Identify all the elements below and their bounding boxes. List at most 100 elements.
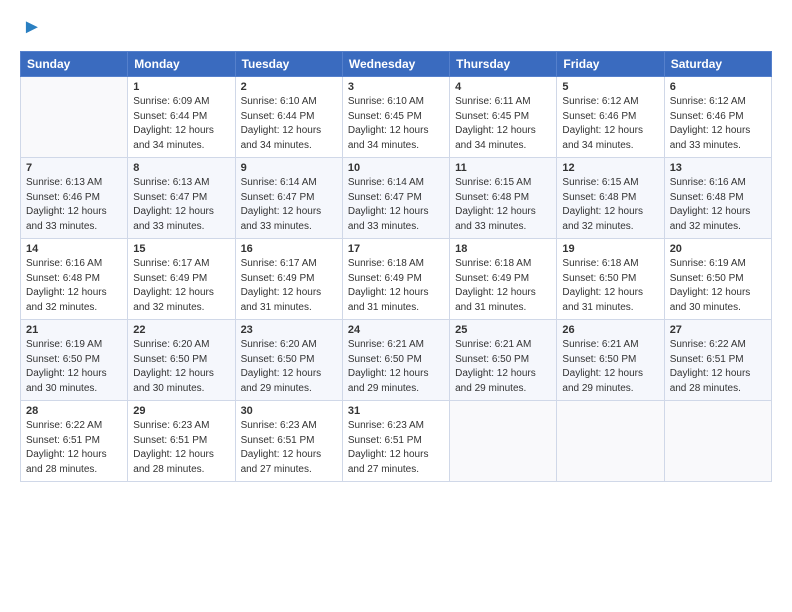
day-info: Sunrise: 6:18 AM Sunset: 6:49 PM Dayligh… xyxy=(455,257,551,315)
header-tuesday: Tuesday xyxy=(235,52,342,77)
day-info: Sunrise: 6:10 AM Sunset: 6:45 PM Dayligh… xyxy=(348,95,444,153)
day-number: 17 xyxy=(348,243,444,255)
calendar-cell: 10 Sunrise: 6:14 AM Sunset: 6:47 PM Dayli… xyxy=(342,158,449,239)
week-row-0: 1Sunrise: 6:09 AM Sunset: 6:44 PM Daylig… xyxy=(21,77,772,158)
day-info: Sunrise: 6:17 AM Sunset: 6:49 PM Dayligh… xyxy=(241,257,337,315)
day-number: 24 xyxy=(348,324,444,336)
day-number: 18 xyxy=(455,243,551,255)
calendar-cell xyxy=(450,401,557,482)
calendar-cell: 29Sunrise: 6:23 AM Sunset: 6:51 PM Dayli… xyxy=(128,401,235,482)
header-monday: Monday xyxy=(128,52,235,77)
calendar-cell: 25 Sunrise: 6:21 AM Sunset: 6:50 PM Dayli… xyxy=(450,320,557,401)
day-info: Sunrise: 6:21 AM Sunset: 6:50 PM Dayligh… xyxy=(455,338,551,396)
calendar-cell: 19 Sunrise: 6:18 AM Sunset: 6:50 PM Dayli… xyxy=(557,239,664,320)
day-number: 2 xyxy=(241,81,337,93)
calendar-cell: 24 Sunrise: 6:21 AM Sunset: 6:50 PM Dayli… xyxy=(342,320,449,401)
header-sunday: Sunday xyxy=(21,52,128,77)
day-info: Sunrise: 6:15 AM Sunset: 6:48 PM Dayligh… xyxy=(455,176,551,234)
day-info: Sunrise: 6:22 AM Sunset: 6:51 PM Dayligh… xyxy=(670,338,766,396)
day-info: Sunrise: 6:12 AM Sunset: 6:46 PM Dayligh… xyxy=(670,95,766,153)
day-info: Sunrise: 6:16 AM Sunset: 6:48 PM Dayligh… xyxy=(26,257,122,315)
header-friday: Friday xyxy=(557,52,664,77)
header-saturday: Saturday xyxy=(664,52,771,77)
logo: ► xyxy=(20,16,42,39)
header-wednesday: Wednesday xyxy=(342,52,449,77)
calendar-cell: 23Sunrise: 6:20 AM Sunset: 6:50 PM Dayli… xyxy=(235,320,342,401)
calendar-cell: 30 Sunrise: 6:23 AM Sunset: 6:51 PM Dayli… xyxy=(235,401,342,482)
day-info: Sunrise: 6:23 AM Sunset: 6:51 PM Dayligh… xyxy=(241,419,337,477)
calendar-cell: 11 Sunrise: 6:15 AM Sunset: 6:48 PM Dayli… xyxy=(450,158,557,239)
calendar-cell: 1Sunrise: 6:09 AM Sunset: 6:44 PM Daylig… xyxy=(128,77,235,158)
day-info: Sunrise: 6:19 AM Sunset: 6:50 PM Dayligh… xyxy=(670,257,766,315)
day-number: 15 xyxy=(133,243,229,255)
calendar-cell: 22 Sunrise: 6:20 AM Sunset: 6:50 PM Dayli… xyxy=(128,320,235,401)
calendar-cell: 4 Sunrise: 6:11 AM Sunset: 6:45 PM Daylig… xyxy=(450,77,557,158)
calendar-cell: 26 Sunrise: 6:21 AM Sunset: 6:50 PM Dayli… xyxy=(557,320,664,401)
calendar-cell: 17 Sunrise: 6:18 AM Sunset: 6:49 PM Dayli… xyxy=(342,239,449,320)
day-number: 13 xyxy=(670,162,766,174)
calendar-cell: 2Sunrise: 6:10 AM Sunset: 6:44 PM Daylig… xyxy=(235,77,342,158)
calendar-cell: 8Sunrise: 6:13 AM Sunset: 6:47 PM Daylig… xyxy=(128,158,235,239)
day-number: 27 xyxy=(670,324,766,336)
day-info: Sunrise: 6:12 AM Sunset: 6:46 PM Dayligh… xyxy=(562,95,658,153)
day-number: 9 xyxy=(241,162,337,174)
day-info: Sunrise: 6:13 AM Sunset: 6:47 PM Dayligh… xyxy=(133,176,229,234)
calendar-cell: 21 Sunrise: 6:19 AM Sunset: 6:50 PM Dayli… xyxy=(21,320,128,401)
day-info: Sunrise: 6:16 AM Sunset: 6:48 PM Dayligh… xyxy=(670,176,766,234)
calendar-cell xyxy=(664,401,771,482)
day-number: 4 xyxy=(455,81,551,93)
day-info: Sunrise: 6:18 AM Sunset: 6:49 PM Dayligh… xyxy=(348,257,444,315)
day-info: Sunrise: 6:21 AM Sunset: 6:50 PM Dayligh… xyxy=(562,338,658,396)
day-info: Sunrise: 6:20 AM Sunset: 6:50 PM Dayligh… xyxy=(133,338,229,396)
calendar-cell: 7Sunrise: 6:13 AM Sunset: 6:46 PM Daylig… xyxy=(21,158,128,239)
page-container: ► SundayMondayTuesdayWednesdayThursdayFr… xyxy=(0,0,792,492)
day-info: Sunrise: 6:14 AM Sunset: 6:47 PM Dayligh… xyxy=(241,176,337,234)
day-number: 22 xyxy=(133,324,229,336)
calendar-cell: 12 Sunrise: 6:15 AM Sunset: 6:48 PM Dayli… xyxy=(557,158,664,239)
week-row-4: 28 Sunrise: 6:22 AM Sunset: 6:51 PM Dayli… xyxy=(21,401,772,482)
day-info: Sunrise: 6:11 AM Sunset: 6:45 PM Dayligh… xyxy=(455,95,551,153)
calendar-cell xyxy=(557,401,664,482)
day-info: Sunrise: 6:19 AM Sunset: 6:50 PM Dayligh… xyxy=(26,338,122,396)
day-number: 25 xyxy=(455,324,551,336)
day-number: 11 xyxy=(455,162,551,174)
day-number: 14 xyxy=(26,243,122,255)
calendar-cell: 20 Sunrise: 6:19 AM Sunset: 6:50 PM Dayli… xyxy=(664,239,771,320)
day-number: 12 xyxy=(562,162,658,174)
day-info: Sunrise: 6:23 AM Sunset: 6:51 PM Dayligh… xyxy=(348,419,444,477)
calendar-cell: 18 Sunrise: 6:18 AM Sunset: 6:49 PM Dayli… xyxy=(450,239,557,320)
day-info: Sunrise: 6:15 AM Sunset: 6:48 PM Dayligh… xyxy=(562,176,658,234)
calendar-cell: 28 Sunrise: 6:22 AM Sunset: 6:51 PM Dayli… xyxy=(21,401,128,482)
day-number: 7 xyxy=(26,162,122,174)
calendar-cell: 3 Sunrise: 6:10 AM Sunset: 6:45 PM Daylig… xyxy=(342,77,449,158)
calendar-cell: 13 Sunrise: 6:16 AM Sunset: 6:48 PM Dayli… xyxy=(664,158,771,239)
logo-bird-icon: ► xyxy=(22,16,42,39)
header: ► xyxy=(20,16,772,39)
calendar-cell: 31Sunrise: 6:23 AM Sunset: 6:51 PM Dayli… xyxy=(342,401,449,482)
day-info: Sunrise: 6:14 AM Sunset: 6:47 PM Dayligh… xyxy=(348,176,444,234)
header-thursday: Thursday xyxy=(450,52,557,77)
week-row-2: 14 Sunrise: 6:16 AM Sunset: 6:48 PM Dayli… xyxy=(21,239,772,320)
week-row-3: 21 Sunrise: 6:19 AM Sunset: 6:50 PM Dayli… xyxy=(21,320,772,401)
day-number: 28 xyxy=(26,405,122,417)
header-row: SundayMondayTuesdayWednesdayThursdayFrid… xyxy=(21,52,772,77)
calendar-cell: 5Sunrise: 6:12 AM Sunset: 6:46 PM Daylig… xyxy=(557,77,664,158)
calendar-cell: 15Sunrise: 6:17 AM Sunset: 6:49 PM Dayli… xyxy=(128,239,235,320)
day-number: 20 xyxy=(670,243,766,255)
day-number: 30 xyxy=(241,405,337,417)
day-info: Sunrise: 6:21 AM Sunset: 6:50 PM Dayligh… xyxy=(348,338,444,396)
day-info: Sunrise: 6:18 AM Sunset: 6:50 PM Dayligh… xyxy=(562,257,658,315)
day-number: 16 xyxy=(241,243,337,255)
day-number: 21 xyxy=(26,324,122,336)
calendar-cell xyxy=(21,77,128,158)
day-number: 29 xyxy=(133,405,229,417)
day-number: 10 xyxy=(348,162,444,174)
day-number: 23 xyxy=(241,324,337,336)
day-number: 6 xyxy=(670,81,766,93)
day-number: 19 xyxy=(562,243,658,255)
calendar-cell: 6 Sunrise: 6:12 AM Sunset: 6:46 PM Daylig… xyxy=(664,77,771,158)
day-number: 26 xyxy=(562,324,658,336)
day-number: 3 xyxy=(348,81,444,93)
calendar-table: SundayMondayTuesdayWednesdayThursdayFrid… xyxy=(20,51,772,482)
day-info: Sunrise: 6:22 AM Sunset: 6:51 PM Dayligh… xyxy=(26,419,122,477)
